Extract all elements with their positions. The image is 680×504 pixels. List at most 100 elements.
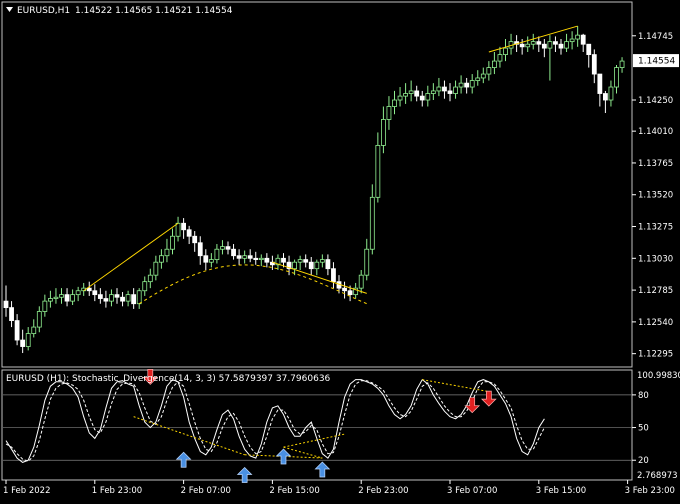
candle-body xyxy=(380,119,386,146)
price-tick-label: 1.12295 xyxy=(638,350,673,360)
candle-body xyxy=(59,294,64,298)
indicator-level-label: 80 xyxy=(638,391,649,401)
candle-body xyxy=(503,47,508,56)
candle-body xyxy=(220,246,225,250)
chart-canvas[interactable]: 1.14745 1.14250 1.14010 1.13765 1.13520 1.132… xyxy=(0,0,680,500)
candle-body xyxy=(569,38,575,43)
candle-body xyxy=(519,43,525,48)
candle-body xyxy=(392,99,397,107)
candle-body xyxy=(331,268,336,283)
ohlc-label: 1.14522 1.14565 1.14521 1.14554 xyxy=(75,6,233,16)
candle-body xyxy=(164,248,170,257)
candle-body xyxy=(247,255,253,259)
candle-body xyxy=(125,294,131,302)
time-tick-label: 1 Feb 23:00 xyxy=(92,486,142,496)
indicator-level-label: 20 xyxy=(638,456,649,466)
candle-body xyxy=(369,196,375,250)
candle-body xyxy=(397,95,403,101)
candle-body xyxy=(86,287,92,292)
mt4-chart-window[interactable]: 1.14745 1.14250 1.14010 1.13765 1.13520 1.132… xyxy=(0,0,680,500)
candle-body xyxy=(608,86,614,101)
candle-body xyxy=(564,41,569,49)
candle-body xyxy=(158,255,164,263)
candle-body xyxy=(314,261,320,270)
candle-body xyxy=(419,95,425,101)
price-tick-label: 1.14010 xyxy=(638,127,673,137)
candle-body xyxy=(414,90,420,97)
candle-body xyxy=(192,235,198,244)
candle-body xyxy=(142,281,148,292)
candle-body xyxy=(536,41,542,45)
candle-body xyxy=(75,290,81,296)
candle-body xyxy=(231,248,236,257)
candle-body xyxy=(364,248,370,276)
candle-body xyxy=(430,90,436,94)
candle-body xyxy=(175,222,181,237)
candle-body xyxy=(591,54,597,75)
candle-body xyxy=(436,86,442,92)
candle-body xyxy=(92,290,98,296)
candle-body xyxy=(303,259,309,263)
candle-body xyxy=(447,90,453,94)
candle-body xyxy=(281,257,286,263)
time-tick-label: 2 Feb 23:00 xyxy=(358,486,408,496)
candle-body xyxy=(375,145,381,198)
price-tick-label: 1.12785 xyxy=(638,286,673,296)
candle-body xyxy=(225,246,231,250)
time-tick-label: 2 Feb 07:00 xyxy=(181,486,231,496)
candle-body xyxy=(31,326,37,334)
candle-body xyxy=(114,294,120,298)
candle-body xyxy=(214,248,220,261)
candle-body xyxy=(491,60,497,68)
candle-body xyxy=(253,257,259,261)
candle-body xyxy=(97,294,103,299)
time-tick-label: 3 Feb 07:00 xyxy=(447,486,497,496)
candle-body xyxy=(342,287,347,292)
candle-body xyxy=(586,43,592,56)
candle-body xyxy=(136,290,142,305)
candle-body xyxy=(48,298,53,302)
candle-body xyxy=(64,294,70,302)
price-tick-label: 1.13275 xyxy=(638,223,673,233)
candle-body xyxy=(197,242,203,257)
candle-body xyxy=(297,259,303,263)
candle-body xyxy=(3,300,9,309)
candle-body xyxy=(603,93,608,101)
candle-body xyxy=(25,333,31,347)
candle-body xyxy=(53,296,59,299)
candle-body xyxy=(264,257,270,263)
price-tick-label: 1.14745 xyxy=(638,32,673,42)
candle-body xyxy=(308,261,314,270)
candle-body xyxy=(403,93,409,97)
candle-body xyxy=(14,320,20,341)
candle-body xyxy=(347,290,353,296)
candle-body xyxy=(186,229,192,237)
time-tick-label: 1 Feb 2022 xyxy=(3,486,51,496)
candle-body xyxy=(109,294,114,302)
indicator-scale-bottom: 2.768973 xyxy=(637,471,678,481)
candle-body xyxy=(70,294,75,302)
candle-body xyxy=(358,274,364,289)
candle-body xyxy=(236,255,242,259)
candle-body xyxy=(486,67,492,75)
candle-body xyxy=(469,80,475,88)
candle-body xyxy=(541,43,547,49)
candle-body xyxy=(103,298,109,302)
current-price-tag: 1.14554 xyxy=(633,54,679,68)
candle-body xyxy=(497,54,503,62)
candle-body xyxy=(458,82,464,88)
candle-body xyxy=(619,60,625,68)
candle-body xyxy=(464,82,470,88)
candle-body xyxy=(453,86,458,94)
candle-body xyxy=(530,41,536,45)
price-tick-label: 1.14250 xyxy=(638,96,673,106)
candle-body xyxy=(547,41,553,49)
candle-body xyxy=(120,296,125,302)
candle-body xyxy=(9,307,14,321)
time-tick-label: 3 Feb 23:00 xyxy=(625,486,675,496)
time-tick-label: 2 Feb 15:00 xyxy=(269,486,319,496)
candle-body xyxy=(475,77,481,81)
candle-body xyxy=(425,93,431,101)
candle-body xyxy=(442,86,447,92)
indicator-title: EURUSD (H1): Stochastic_Divergence(14, 3… xyxy=(6,374,331,384)
